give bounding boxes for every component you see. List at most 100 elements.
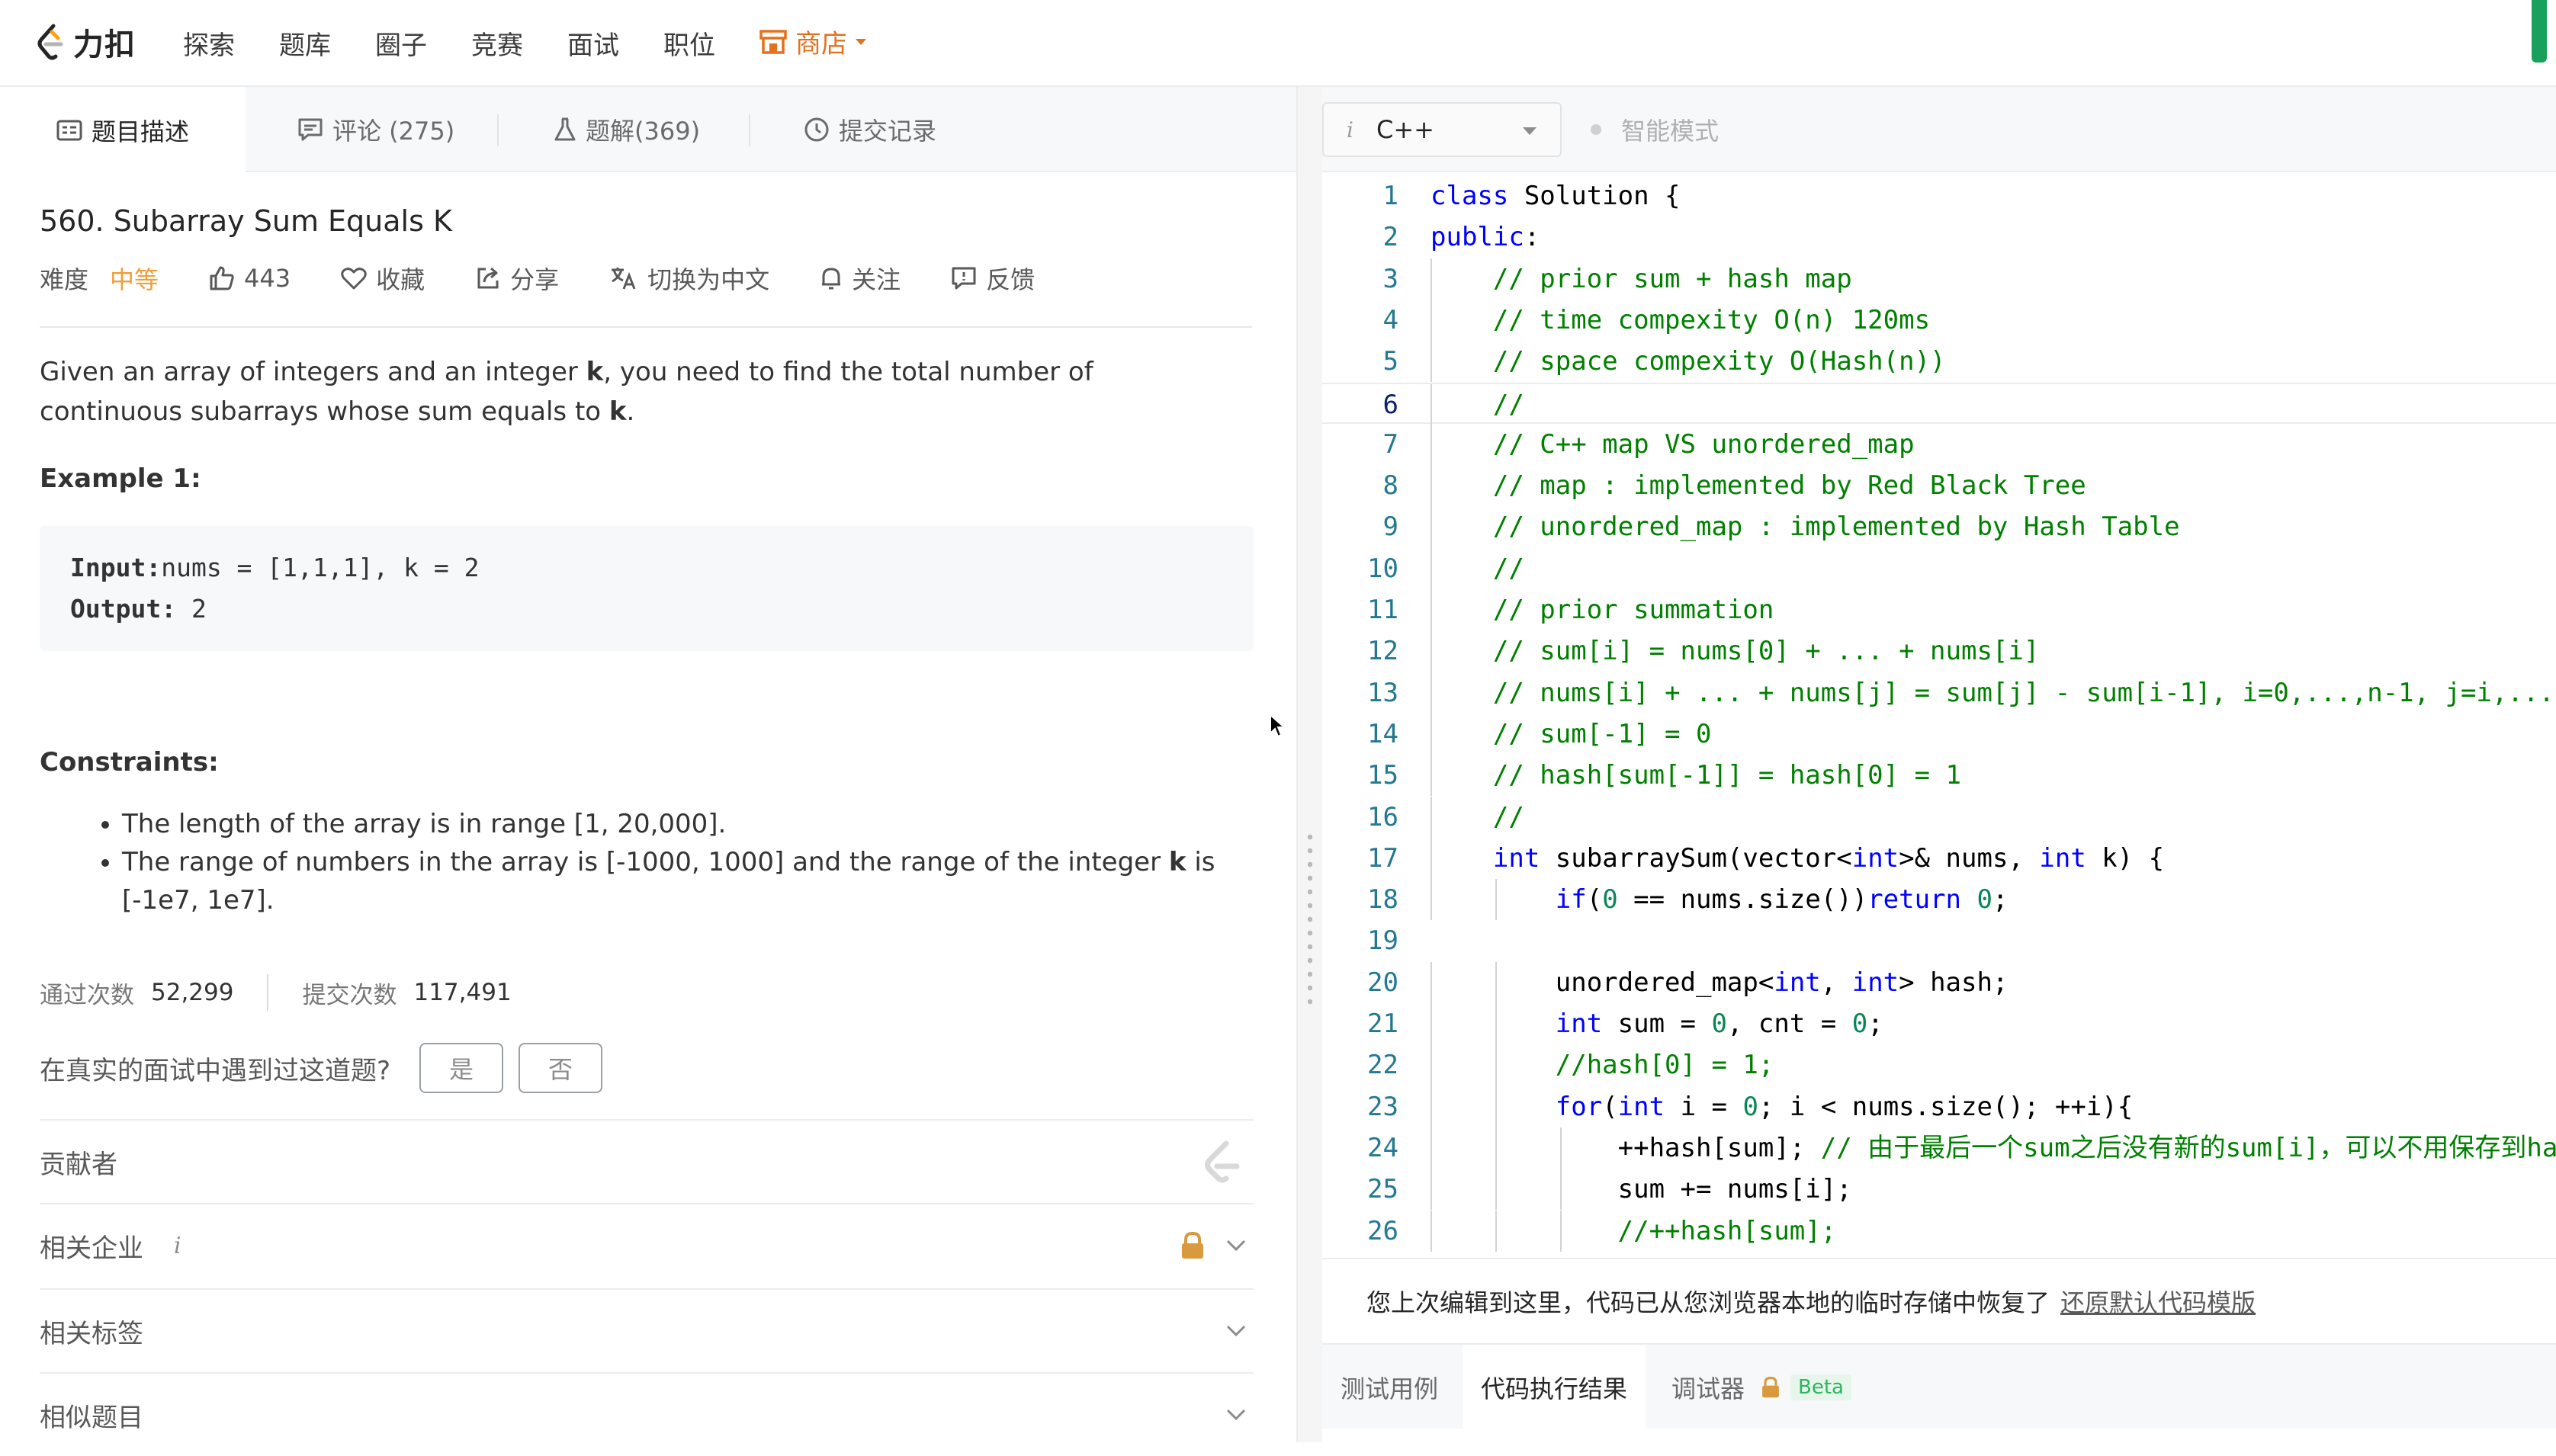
indent-guide: [1495, 1169, 1497, 1211]
code-line[interactable]: 17 int subarraySum(vector<int>& nums, in…: [1322, 837, 2556, 880]
tab-testcase[interactable]: 测试用例: [1322, 1345, 1456, 1430]
feedback-button[interactable]: 反馈: [951, 261, 1035, 296]
tab-description[interactable]: 题目描述: [0, 87, 246, 174]
no-button[interactable]: 否: [519, 1043, 603, 1093]
code-line[interactable]: 12 // sum[i] = nums[0] + ... + nums[i]: [1322, 630, 2556, 672]
smart-mode-toggle[interactable]: 智能模式: [1591, 102, 1719, 157]
contributors-label: 贡献者: [40, 1149, 117, 1180]
code-line[interactable]: 18 if(0 == nums.size())return 0;: [1322, 879, 2556, 921]
companies-label: 相关企业: [40, 1233, 143, 1264]
example-input-line: Input:nums = [1,1,1], k = 2: [70, 547, 1223, 588]
code-line[interactable]: 13 // nums[i] + ... + nums[j] = sum[j] -…: [1322, 672, 2556, 714]
line-number: 10: [1367, 553, 1398, 584]
code-line[interactable]: 11 // prior summation: [1322, 589, 2556, 631]
similar-section[interactable]: 相似题目: [40, 1372, 1254, 1456]
constraints-list: The length of the array is in range [1, …: [40, 805, 1244, 919]
code-line[interactable]: 5 // space compexity O(Hash(n)): [1322, 341, 2556, 383]
nav-store[interactable]: 商店: [759, 23, 867, 60]
indent-guide: [1431, 1044, 1432, 1086]
code-line[interactable]: 24 ++hash[sum]; // 由于最后一个sum之后没有新的sum[i]…: [1322, 1127, 2556, 1169]
code-text: //hash[0] = 1;: [1555, 1050, 1774, 1081]
lock-icon: [1760, 1376, 1781, 1399]
code-text: int sum = 0, cnt = 0;: [1555, 1009, 1883, 1039]
code-line[interactable]: 16 //: [1322, 796, 2556, 838]
code-text: //: [1492, 553, 1524, 584]
nav-interview[interactable]: 面试: [567, 24, 619, 62]
code-line[interactable]: 22 //hash[0] = 1;: [1322, 1044, 2556, 1086]
code-line[interactable]: 1 class Solution {: [1322, 175, 2556, 216]
editor-pane: i C++ 智能模式 1 class Solution {2 public: 3 //…: [1322, 87, 2556, 1442]
share-button[interactable]: 分享: [475, 261, 559, 296]
code-line[interactable]: 4 // time compexity O(n) 120ms: [1322, 299, 2556, 342]
indent-guide: [1431, 1003, 1432, 1045]
code-line[interactable]: 10 //: [1322, 547, 2556, 589]
like-button[interactable]: 443: [209, 264, 291, 293]
indent-guide: [1431, 961, 1432, 1003]
contributor-avatar-icon: [1197, 1137, 1246, 1186]
code-line[interactable]: 21 int sum = 0, cnt = 0;: [1322, 1003, 2556, 1045]
restore-default-link[interactable]: 还原默认代码模版: [2060, 1284, 2256, 1319]
tab-solutions[interactable]: 题解(369): [554, 87, 700, 172]
language-select[interactable]: i C++: [1322, 102, 1562, 157]
line-number: 3: [1382, 263, 1398, 294]
indent-guide: [1431, 1169, 1432, 1211]
bell-icon: [820, 265, 843, 291]
code-line[interactable]: 7 // C++ map VS unordered_map: [1322, 423, 2556, 466]
divider: [40, 326, 1252, 328]
drag-handle-icon[interactable]: [1308, 830, 1312, 1005]
code-text: // time compexity O(n) 120ms: [1492, 304, 1931, 335]
tags-section[interactable]: 相关标签: [40, 1288, 1254, 1372]
code-line[interactable]: 15 // hash[sum[-1]] = hash[0] = 1: [1322, 755, 2556, 797]
indent-guide: [1495, 1210, 1497, 1252]
code-line[interactable]: 25 sum += nums[i];: [1322, 1169, 2556, 1211]
code-line[interactable]: 14 // sum[-1] = 0: [1322, 713, 2556, 755]
editor-toolbar: i C++ 智能模式: [1322, 87, 2556, 172]
indent-guide: [1495, 1086, 1497, 1127]
tab-debugger[interactable]: 调试器 Beta: [1653, 1345, 1870, 1430]
example-input-label: Input:: [70, 553, 162, 582]
code-line[interactable]: 23 for(int i = 0; i < nums.size(); ++i){: [1322, 1086, 2556, 1127]
code-text: // prior sum + hash map: [1492, 263, 1852, 294]
indent-guide: [1431, 879, 1432, 921]
follow-button[interactable]: 关注: [820, 261, 901, 296]
favorite-button[interactable]: 收藏: [341, 261, 425, 296]
code-line[interactable]: 2 public:: [1322, 216, 2556, 258]
nav-circle[interactable]: 圈子: [375, 24, 427, 62]
indent-guide: [1431, 258, 1432, 300]
code-line[interactable]: 6 //: [1322, 382, 2556, 425]
thumbs-up-icon: [209, 265, 235, 291]
code-line[interactable]: 8 // map : implemented by Red Black Tree: [1322, 465, 2556, 507]
restore-notice: 您上次编辑到这里，代码已从您浏览器本地的临时存储中恢复了 还原默认代码模版: [1322, 1258, 2556, 1343]
top-accent-bar: [2532, 0, 2547, 63]
nav-explore[interactable]: 探索: [183, 24, 235, 62]
indent-guide: [1495, 961, 1497, 1003]
line-number: 8: [1382, 470, 1398, 502]
leetcode-logo[interactable]: 力扣: [35, 20, 136, 64]
nav-contest[interactable]: 竞赛: [471, 24, 523, 62]
line-number: 26: [1367, 1215, 1398, 1246]
tab-submissions[interactable]: 提交记录: [804, 87, 936, 172]
code-editor[interactable]: 1 class Solution {2 public: 3 // prior sum …: [1322, 172, 2556, 1258]
contributors-section[interactable]: 贡献者: [40, 1119, 1254, 1203]
code-line[interactable]: 3 // prior sum + hash map: [1322, 258, 2556, 300]
tags-label: 相关标签: [40, 1318, 143, 1349]
code-line[interactable]: 26 //++hash[sum];: [1322, 1210, 2556, 1252]
translate-button[interactable]: 切换为中文: [609, 261, 769, 296]
code-text: // C++ map VS unordered_map: [1492, 428, 1915, 460]
interview-question-row: 在真实的面试中遇到过这道题? 是 否: [40, 1043, 603, 1093]
code-line[interactable]: 19: [1322, 920, 2556, 961]
nav-problemset[interactable]: 题库: [279, 24, 331, 62]
companies-section[interactable]: 相关企业 i: [40, 1203, 1254, 1287]
tab-comments[interactable]: 评论 (275): [297, 87, 454, 172]
indent-guide: [1431, 630, 1432, 672]
constraint-text: The range of numbers in the array is [-1…: [122, 847, 1169, 877]
code-text: unordered_map<int, int> hash;: [1431, 967, 2009, 998]
nav-jobs[interactable]: 职位: [663, 24, 715, 62]
pane-splitter[interactable]: [1296, 87, 1322, 1442]
tab-run-result[interactable]: 代码执行结果: [1463, 1345, 1646, 1430]
indent-guide: [1431, 299, 1432, 342]
yes-button[interactable]: 是: [419, 1043, 504, 1093]
toggle-dot-icon: [1591, 124, 1601, 135]
code-line[interactable]: 20 unordered_map<int, int> hash;: [1322, 961, 2556, 1003]
code-line[interactable]: 9 // unordered_map : implemented by Hash…: [1322, 506, 2556, 548]
